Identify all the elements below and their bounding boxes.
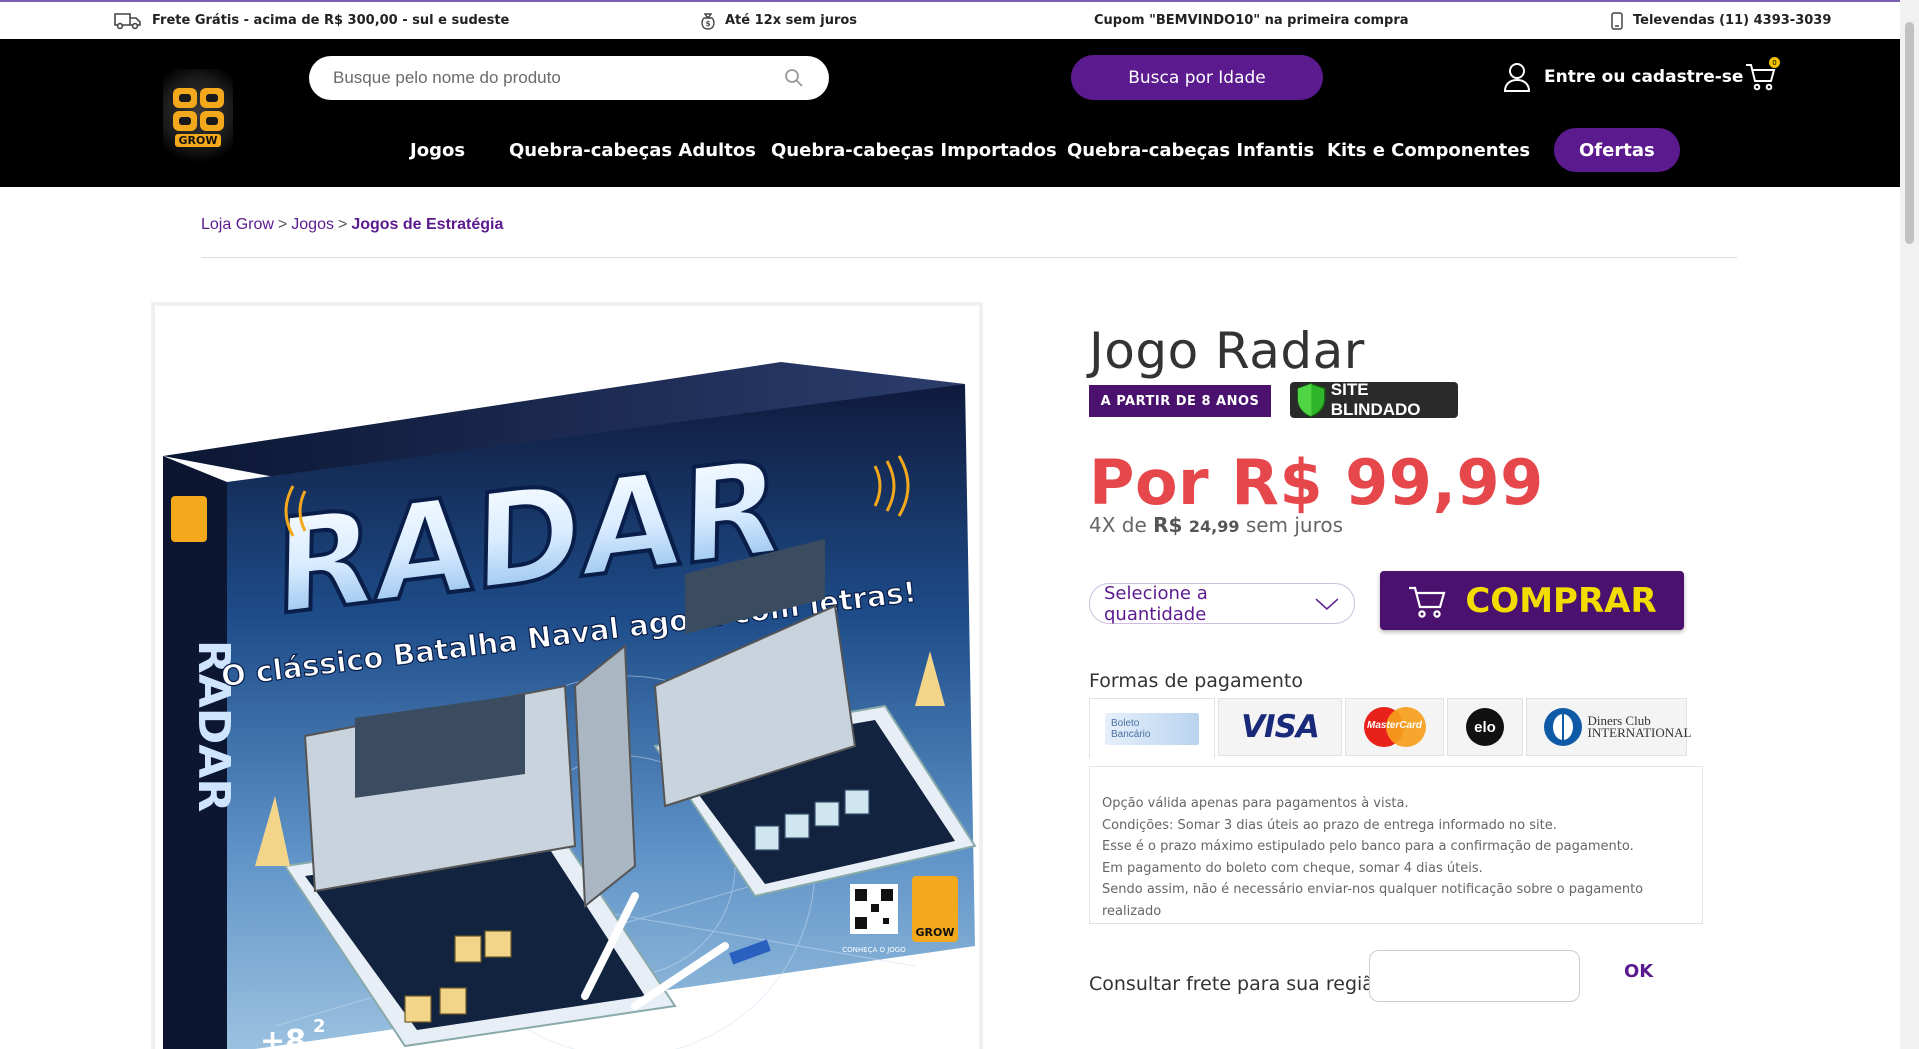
search-bar [309, 56, 829, 100]
nav-item-quebra-cabecas-infantis[interactable]: Quebra-cabeças Infantis [1067, 128, 1314, 172]
nav-item-ofertas[interactable]: Ofertas [1554, 128, 1680, 172]
installments-info: 4X de R$ 24,99 sem juros [1089, 513, 1343, 537]
box-qr-label: CONHEÇA O JOGO [842, 946, 906, 954]
cart-icon [1409, 586, 1446, 618]
product-image[interactable]: RADAR RADAR O clássico Batalha Naval ago… [151, 302, 983, 1049]
shipping-calc-label: Consultar frete para sua região [1089, 973, 1386, 995]
box-players: 2 [313, 1016, 326, 1037]
box-players-label: PARTICIPANTES [301, 1041, 347, 1048]
payment-info-line: Condições: Somar 3 dias úteis ao prazo d… [1102, 817, 1557, 833]
installments-suffix: sem juros [1245, 513, 1344, 537]
payment-tab-mastercard[interactable]: MasterCard [1345, 698, 1444, 756]
buy-button[interactable]: COMPRAR [1380, 571, 1684, 630]
breadcrumb-item-jogos[interactable]: Jogos [291, 216, 334, 233]
payment-tab-diners[interactable]: Diners Club INTERNATIONAL [1526, 698, 1692, 756]
phone-icon [1611, 11, 1623, 30]
boleto-label: Boleto Bancário [1111, 717, 1151, 740]
installments-info: $ Até 12x sem juros [701, 12, 857, 30]
breadcrumb-separator: > [277, 216, 288, 233]
elo-logo: elo [1466, 708, 1504, 746]
box-age: +8 [260, 1024, 306, 1049]
shipping-zip-input[interactable] [1369, 950, 1580, 1002]
mastercard-logo: MasterCard [1363, 707, 1426, 747]
page: Frete Grátis - acima de R$ 300,00 - sul … [0, 0, 1919, 1049]
payment-title: Formas de pagamento [1089, 670, 1303, 692]
chevron-down-icon [1315, 597, 1339, 610]
money-bag-icon: $ [701, 12, 715, 30]
logo-mark [172, 87, 224, 131]
payment-info-box: Opção válida apenas para pagamentos à vi… [1089, 766, 1703, 924]
breadcrumb-item-loja-grow[interactable]: Loja Grow [201, 216, 274, 233]
radar-box-illustration: RADAR RADAR O clássico Batalha Naval ago… [163, 362, 977, 1049]
payment-info-line: Esse é o prazo máximo estipulado pelo ba… [1102, 839, 1634, 854]
breadcrumb-separator: > [337, 216, 348, 233]
box-logo-text: GROW [916, 926, 955, 939]
payment-info-line: Opção válida apenas para pagamentos à vi… [1102, 796, 1409, 811]
product-title: Jogo Radar [1089, 322, 1365, 380]
login-label: Entre ou cadastre-se [1544, 67, 1744, 87]
top-info-bar: Frete Grátis - acima de R$ 300,00 - sul … [0, 0, 1900, 39]
payment-tabs: Boleto Bancário VISA MasterCard elo Dine… [1089, 698, 1692, 758]
cart-count-badge: 0 [1769, 57, 1780, 68]
visa-logo: VISA [1241, 709, 1320, 745]
payment-tab-visa[interactable]: VISA [1218, 698, 1342, 756]
main-nav: Jogos Quebra-cabeças Adultos Quebra-cabe… [0, 128, 1900, 172]
nav-item-jogos[interactable]: Jogos [410, 128, 465, 172]
payment-info-line: Sendo assim, não é necessário enviar-nos… [1102, 882, 1644, 919]
scrollbar-thumb[interactable] [1905, 22, 1914, 244]
diners-label: Diners Club INTERNATIONAL [1587, 713, 1692, 740]
quantity-select-label: Selecione a quantidade [1104, 582, 1208, 625]
coupon-text: Cupom "BEMVINDO10" na primeira compra [1094, 13, 1409, 28]
phone-info: Televendas (11) 4393-3039 [1611, 11, 1832, 30]
vertical-scrollbar[interactable] [1900, 0, 1919, 1049]
nav-item-quebra-cabecas-adultos[interactable]: Quebra-cabeças Adultos [509, 128, 756, 172]
breadcrumb: Loja Grow > Jogos > Jogos de Estratégia [201, 216, 503, 234]
shipping-ok-button[interactable]: OK [1624, 961, 1653, 982]
age-search-button[interactable]: Busca por Idade [1071, 55, 1323, 100]
installments-prefix: 4X de [1089, 513, 1147, 537]
diners-logo: Diners Club INTERNATIONAL [1543, 708, 1692, 746]
installments-currency: R$ [1153, 513, 1183, 537]
nav-item-kits-componentes[interactable]: Kits e Componentes [1327, 128, 1530, 172]
age-badge: A PARTIR DE 8 ANOS [1089, 385, 1271, 417]
site-blindado-seal[interactable]: SITE BLINDADO [1290, 380, 1458, 419]
user-icon [1504, 63, 1530, 92]
payment-tab-elo[interactable]: elo [1447, 698, 1523, 756]
coupon-info: Cupom "BEMVINDO10" na primeira compra [1094, 13, 1409, 28]
installments-value: 24,99 [1188, 517, 1240, 536]
shield-icon [1297, 382, 1326, 418]
product-price: Por R$ 99,99 [1089, 446, 1544, 519]
shipping-text: Frete Grátis - acima de R$ 300,00 - sul … [152, 13, 510, 28]
payment-info-line: Em pagamento do boleto com cheque, somar… [1102, 860, 1483, 876]
elo-label: elo [1474, 718, 1496, 736]
breadcrumb-divider [201, 257, 1737, 258]
login-link[interactable]: Entre ou cadastre-se [1504, 62, 1743, 92]
cart-button[interactable]: 0 [1744, 57, 1780, 93]
payment-tab-boleto[interactable]: Boleto Bancário [1089, 698, 1215, 758]
seal-label: SITE BLINDADO [1330, 380, 1421, 419]
phone-text: Televendas (11) 4393-3039 [1633, 13, 1832, 28]
buy-label: COMPRAR [1465, 580, 1657, 621]
header: GROW Busca por Idade Entre ou cadastre-s… [0, 39, 1900, 187]
mastercard-label: MasterCard [1366, 720, 1423, 731]
nav-item-quebra-cabecas-importados[interactable]: Quebra-cabeças Importados [771, 128, 1057, 172]
installments-text: Até 12x sem juros [725, 13, 858, 28]
truck-icon [114, 12, 141, 29]
shipping-info: Frete Grátis - acima de R$ 300,00 - sul … [114, 12, 509, 30]
search-icon[interactable] [783, 67, 805, 89]
quantity-select[interactable]: Selecione a quantidade [1089, 582, 1355, 625]
breadcrumb-current: Jogos de Estratégia [351, 216, 504, 233]
search-input[interactable] [333, 68, 783, 88]
svg-text:$: $ [706, 20, 711, 28]
